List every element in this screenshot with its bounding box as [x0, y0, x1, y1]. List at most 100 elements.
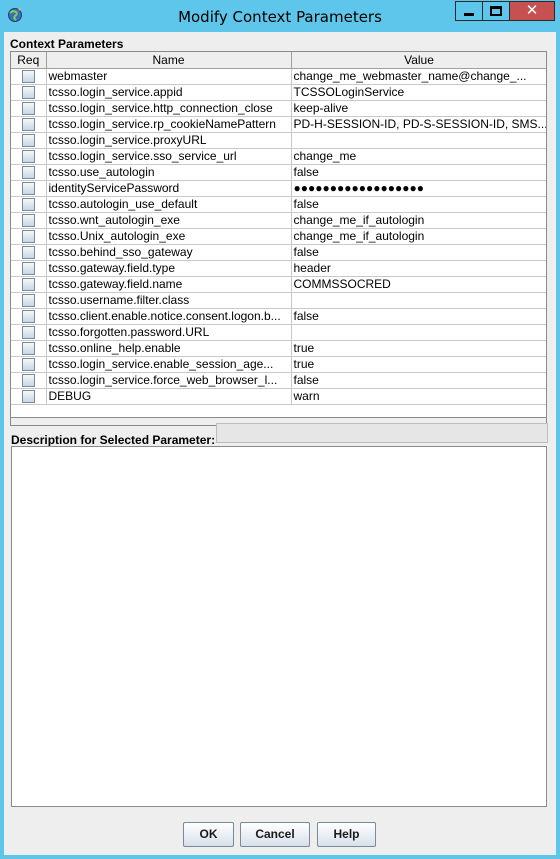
table-row[interactable]: tcsso.login_service.enable_session_age..… — [11, 356, 546, 373]
parameter-name-cell[interactable]: tcsso.login_service.force_web_browser_l.… — [46, 372, 292, 389]
required-checkbox[interactable] — [21, 118, 35, 131]
required-checkbox[interactable] — [21, 326, 35, 339]
required-checkbox[interactable] — [21, 246, 35, 259]
parameter-name-cell[interactable]: tcsso.autologin_use_default — [46, 196, 292, 213]
required-checkbox[interactable] — [21, 294, 35, 307]
parameter-name-cell[interactable]: tcsso.client.enable.notice.consent.logon… — [46, 308, 292, 325]
parameter-name-cell[interactable]: tcsso.login_service.http_connection_clos… — [46, 100, 292, 117]
title-bar[interactable]: Modify Context Parameters ✕ — [0, 0, 560, 32]
req-cell — [11, 228, 47, 245]
parameter-name-cell[interactable]: tcsso.wnt_autologin_exe — [46, 212, 292, 229]
parameter-value-cell[interactable]: false — [291, 164, 546, 181]
required-checkbox[interactable] — [21, 230, 35, 243]
parameter-value-cell[interactable]: TCSSOLoginService — [291, 84, 546, 101]
description-text-area[interactable] — [11, 446, 547, 807]
parameter-name-cell[interactable]: tcsso.login_service.rp_cookieNamePattern — [46, 116, 292, 133]
required-checkbox[interactable] — [21, 150, 35, 163]
table-row[interactable]: tcsso.gateway.field.type header — [11, 260, 546, 277]
parameter-name-cell[interactable]: tcsso.online_help.enable — [46, 340, 292, 357]
table-row[interactable]: tcsso.login_service.rp_cookieNamePattern… — [11, 116, 546, 133]
parameter-value-cell[interactable] — [291, 132, 546, 149]
required-checkbox[interactable] — [21, 358, 35, 371]
parameter-value-cell[interactable]: header — [291, 260, 546, 277]
required-checkbox[interactable] — [21, 342, 35, 355]
parameter-value-cell[interactable]: true — [291, 340, 546, 357]
required-checkbox[interactable] — [21, 310, 35, 323]
parameter-value-cell[interactable]: false — [291, 308, 546, 325]
parameter-name-cell[interactable]: webmaster — [46, 68, 292, 85]
parameter-value-cell[interactable]: PD-H-SESSION-ID, PD-S-SESSION-ID, SMS... — [291, 116, 546, 133]
parameter-value-cell[interactable]: false — [291, 196, 546, 213]
parameter-value-cell[interactable] — [291, 292, 546, 309]
table-row[interactable]: tcsso.login_service.sso_service_url chang… — [11, 148, 546, 165]
column-header-name[interactable]: Name — [46, 52, 292, 69]
required-checkbox[interactable] — [21, 278, 35, 291]
table-row[interactable]: tcsso.forgotten.password.URL — [11, 324, 546, 341]
parameter-name-cell[interactable]: tcsso.use_autologin — [46, 164, 292, 181]
table-row[interactable]: tcsso.username.filter.class — [11, 292, 546, 309]
column-header-req[interactable]: Req — [11, 52, 47, 69]
close-button[interactable]: ✕ — [509, 1, 555, 21]
parameter-value-cell[interactable]: false — [291, 244, 546, 261]
parameter-value-cell[interactable]: change_me_if_autologin — [291, 228, 546, 245]
parameter-value-cell[interactable] — [291, 324, 546, 341]
required-checkbox[interactable] — [21, 166, 35, 179]
cancel-button[interactable]: Cancel — [240, 822, 310, 847]
table-row[interactable]: tcsso.behind_sso_gateway false — [11, 244, 546, 261]
required-checkbox[interactable] — [21, 102, 35, 115]
parameter-value-cell[interactable]: change_me — [291, 148, 546, 165]
table-row[interactable]: identityServicePassword ●●●●●●●●●●●●●●●●●… — [11, 180, 546, 197]
table-row[interactable]: tcsso.Unix_autologin_exe change_me_if_aut… — [11, 228, 546, 245]
column-header-value[interactable]: Value — [291, 52, 546, 69]
parameter-name-cell[interactable]: tcsso.forgotten.password.URL — [46, 324, 292, 341]
table-row[interactable]: tcsso.wnt_autologin_exe change_me_if_auto… — [11, 212, 546, 229]
parameter-name-cell[interactable]: tcsso.behind_sso_gateway — [46, 244, 292, 261]
table-row[interactable]: tcsso.client.enable.notice.consent.logon… — [11, 308, 546, 325]
parameter-name-cell[interactable]: tcsso.login_service.appid — [46, 84, 292, 101]
table-row[interactable]: tcsso.autologin_use_default false — [11, 196, 546, 213]
parameter-name-cell[interactable]: tcsso.gateway.field.name — [46, 276, 292, 293]
table-row[interactable]: tcsso.gateway.field.name COMMSSOCRED — [11, 276, 546, 293]
table-row[interactable]: webmaster change_me_webmaster_name@change… — [11, 68, 546, 85]
minimize-button[interactable] — [455, 1, 482, 21]
table-row[interactable]: tcsso.login_service.http_connection_clos… — [11, 100, 546, 117]
parameter-name-cell[interactable]: tcsso.login_service.enable_session_age..… — [46, 356, 292, 373]
parameter-value-cell[interactable]: ●●●●●●●●●●●●●●●●●● — [291, 180, 546, 197]
parameter-value-cell[interactable]: change_me_if_autologin — [291, 212, 546, 229]
parameter-value-cell[interactable]: change_me_webmaster_name@change_... — [291, 68, 546, 85]
parameter-name-cell[interactable]: tcsso.gateway.field.type — [46, 260, 292, 277]
required-checkbox[interactable] — [21, 198, 35, 211]
table-row[interactable]: tcsso.use_autologin false — [11, 164, 546, 181]
table-row[interactable]: tcsso.login_service.proxyURL — [11, 132, 546, 149]
required-checkbox[interactable] — [21, 86, 35, 99]
required-checkbox[interactable] — [21, 70, 35, 83]
required-checkbox[interactable] — [21, 390, 35, 403]
table-row[interactable]: tcsso.login_service.appid TCSSOLoginServi… — [11, 84, 546, 101]
parameter-value-cell[interactable]: true — [291, 356, 546, 373]
help-button[interactable]: Help — [317, 822, 376, 847]
maximize-button[interactable] — [482, 1, 509, 21]
required-checkbox[interactable] — [21, 214, 35, 227]
parameter-value-cell[interactable]: keep-alive — [291, 100, 546, 117]
parameter-name-cell[interactable]: tcsso.Unix_autologin_exe — [46, 228, 292, 245]
parameter-name-cell[interactable]: tcsso.login_service.sso_service_url — [46, 148, 292, 165]
table-row[interactable]: DEBUG warn — [11, 388, 546, 405]
req-cell — [11, 340, 47, 357]
parameter-name-cell[interactable]: identityServicePassword — [46, 180, 292, 197]
req-cell — [11, 356, 47, 373]
parameter-name-cell[interactable]: tcsso.username.filter.class — [46, 292, 292, 309]
parameter-name-cell[interactable]: tcsso.login_service.proxyURL — [46, 132, 292, 149]
table-row[interactable]: tcsso.online_help.enable true — [11, 340, 546, 357]
table-row[interactable]: tcsso.login_service.force_web_browser_l.… — [11, 372, 546, 389]
parameter-name-cell[interactable]: DEBUG — [46, 388, 292, 405]
ok-button[interactable]: OK — [183, 822, 234, 847]
parameter-value-cell[interactable]: COMMSSOCRED — [291, 276, 546, 293]
parameter-value-cell[interactable]: warn — [291, 388, 546, 405]
req-cell — [11, 84, 47, 101]
required-checkbox[interactable] — [21, 262, 35, 275]
parameter-value-cell[interactable]: false — [291, 372, 546, 389]
required-checkbox[interactable] — [21, 182, 35, 195]
required-checkbox[interactable] — [21, 374, 35, 387]
required-checkbox[interactable] — [21, 134, 35, 147]
parameters-table[interactable]: Req Name Value webmaster change_me_webmas… — [10, 51, 547, 418]
